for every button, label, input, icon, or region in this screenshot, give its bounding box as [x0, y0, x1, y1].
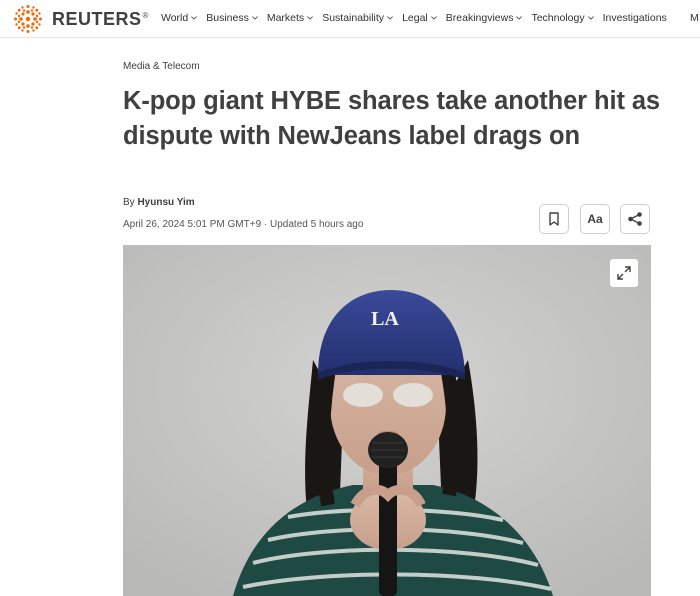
expand-icon — [617, 266, 631, 280]
nav-item-label: Investigations — [602, 12, 667, 24]
reuters-logo[interactable]: REUTERS ® — [10, 3, 148, 35]
top-navigation: REUTERS ® World Business Markets Sustainabil… — [0, 0, 700, 38]
chevron-down-icon — [516, 16, 523, 20]
nav-item-label: Breakingviews — [445, 12, 514, 24]
share-button[interactable] — [620, 204, 650, 234]
bookmark-icon — [549, 212, 559, 226]
share-icon — [628, 212, 642, 226]
chevron-down-icon — [251, 16, 258, 20]
hero-photo-illustration: LA — [123, 245, 651, 596]
chevron-down-icon — [191, 16, 198, 20]
nav-item-sustainability[interactable]: Sustainability — [322, 12, 393, 24]
article-headline: K-pop giant HYBE shares take another hit… — [123, 87, 660, 150]
nav-item-overflow[interactable]: M — [690, 12, 700, 24]
nav-item-breakingviews[interactable]: Breakingviews — [446, 12, 523, 24]
section-kicker-link[interactable]: Media & Telecom — [123, 61, 200, 72]
byline: By Hyunsu Yim — [123, 197, 195, 208]
cap-logo: LA — [371, 308, 399, 330]
chevron-down-icon — [307, 16, 314, 20]
brand-name: REUTERS — [52, 8, 142, 29]
nav-item-label: Technology — [531, 12, 585, 24]
nav-item-label: Markets — [266, 12, 305, 24]
author-link[interactable]: Hyunsu Yim — [137, 197, 194, 208]
article-dateline: April 26, 2024 5:01 PM GMT+9 · Updated 5… — [123, 219, 364, 230]
nav-item-legal[interactable]: Legal — [402, 12, 437, 24]
primary-nav: World Business Markets Sustainability Legal B… — [161, 12, 676, 24]
bookmark-button[interactable] — [539, 204, 569, 234]
image-expand-button[interactable] — [610, 259, 638, 287]
brand-registered-mark: ® — [142, 10, 149, 20]
nav-item-business[interactable]: Business — [206, 12, 258, 24]
nav-item-world[interactable]: World — [161, 12, 198, 24]
nav-item-technology[interactable]: Technology — [531, 12, 594, 24]
nav-item-label: World — [161, 12, 189, 24]
article-hero-image[interactable]: LA — [123, 245, 651, 596]
font-size-button[interactable]: Aa — [580, 204, 610, 234]
chevron-down-icon — [387, 16, 393, 20]
reuters-logo-icon — [14, 5, 42, 33]
chevron-down-icon — [587, 16, 594, 20]
nav-item-label: Sustainability — [322, 12, 385, 24]
nav-item-label: Legal — [402, 12, 428, 24]
chevron-down-icon — [430, 16, 437, 20]
nav-item-label: Business — [206, 12, 249, 24]
nav-item-investigations[interactable]: Investigations — [603, 12, 667, 24]
nav-item-markets[interactable]: Markets — [266, 12, 314, 24]
byline-prefix: By — [123, 197, 138, 208]
